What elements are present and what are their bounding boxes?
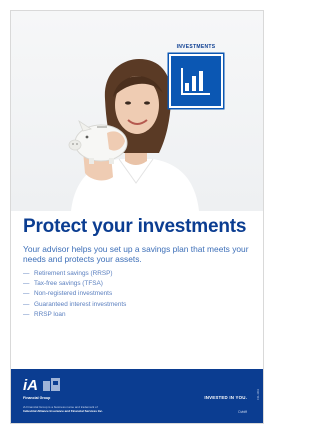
list-item-label: Tax-free savings (TFSA) <box>34 280 103 288</box>
hero-photo: INVESTMENTS <box>11 11 263 211</box>
list-item: — Tax-free savings (TFSA) <box>23 279 126 289</box>
ia-logo: iA Financial Group <box>23 377 61 400</box>
footer-band: iA Financial Group iA Financial Group is… <box>11 369 263 423</box>
list-item: — Guaranteed interest investments <box>23 300 126 310</box>
services-list: — Retirement savings (RRSP) — Tax-free sav… <box>23 269 126 320</box>
list-item: — RRSP loan <box>23 310 126 320</box>
list-item-label: Retirement savings (RRSP) <box>34 270 113 277</box>
dash-marker: — <box>23 270 30 277</box>
brochure-page: INVESTMENTS Protect your investments You… <box>10 10 264 424</box>
badge-icon-box <box>169 54 223 108</box>
list-item: — Retirement savings (RRSP) <box>23 269 126 279</box>
list-item: — Non-registered investments <box>23 289 126 299</box>
bar-chart-icon <box>181 68 210 95</box>
dash-marker: — <box>23 310 30 318</box>
document-code: Dvbiff <box>238 410 247 414</box>
badge-label: INVESTMENTS <box>176 44 216 50</box>
dash-marker: — <box>23 300 30 308</box>
legal-line-2: Industrial Alliance Insurance and Financ… <box>23 409 103 413</box>
list-item-label: Guaranteed interest investments <box>34 300 127 308</box>
tagline: INVESTED IN YOU. <box>204 395 247 400</box>
intro-paragraph: Your advisor helps you set up a savings … <box>23 244 249 264</box>
logo-subtitle: Financial Group <box>23 396 51 400</box>
investments-badge: INVESTMENTS <box>169 44 223 108</box>
legal-notice: iA Financial Group is a business name an… <box>23 405 163 413</box>
page-title: Protect your investments <box>23 216 247 237</box>
logo-mark-icon <box>43 378 61 391</box>
list-item-label: RRSP loan <box>34 310 66 318</box>
vertical-document-code: F11-1011 <box>257 389 260 400</box>
logo-text: iA <box>23 377 38 394</box>
dash-marker: — <box>23 280 30 288</box>
list-item-label: Non-registered investments <box>34 290 113 298</box>
dash-marker: — <box>23 290 30 298</box>
